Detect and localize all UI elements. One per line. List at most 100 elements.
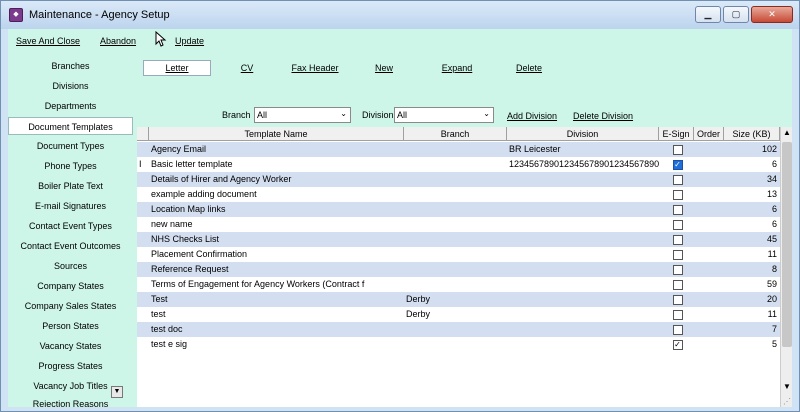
scroll-thumb[interactable] bbox=[782, 142, 792, 347]
esign-checkbox[interactable] bbox=[672, 249, 683, 260]
cell-division[interactable] bbox=[507, 202, 659, 217]
cell-branch[interactable] bbox=[404, 217, 507, 232]
branch-select[interactable]: All ⌄ bbox=[254, 107, 351, 123]
tab-fax-header[interactable]: Fax Header bbox=[285, 61, 345, 75]
table-row[interactable]: Placement Confirmation 11 bbox=[137, 247, 780, 262]
cell-division[interactable] bbox=[507, 307, 659, 322]
division-select[interactable]: All ⌄ bbox=[394, 107, 494, 123]
sidebar-item-contact-event-types[interactable]: Contact Event Types bbox=[8, 217, 133, 235]
expand-button[interactable]: Expand bbox=[435, 61, 479, 75]
sidebar-item-document-templates[interactable]: Document Templates bbox=[8, 117, 133, 135]
cell-division[interactable]: BR Leicester bbox=[507, 142, 659, 157]
add-division-button[interactable]: Add Division bbox=[507, 111, 557, 121]
cell-template-name[interactable]: Details of Hirer and Agency Worker bbox=[149, 172, 404, 187]
row-selector[interactable] bbox=[137, 277, 149, 292]
cell-branch[interactable] bbox=[404, 277, 507, 292]
cell-template-name[interactable]: new name bbox=[149, 217, 404, 232]
table-row[interactable]: NHS Checks List 45 bbox=[137, 232, 780, 247]
row-selector[interactable]: I bbox=[137, 157, 149, 172]
sidebar-item-vacancy-states[interactable]: Vacancy States bbox=[8, 337, 133, 355]
esign-checkbox[interactable] bbox=[672, 219, 683, 230]
column-size[interactable]: Size (KB) bbox=[724, 127, 780, 141]
cell-division[interactable] bbox=[507, 247, 659, 262]
cell-branch[interactable] bbox=[404, 322, 507, 337]
cell-division[interactable] bbox=[507, 337, 659, 352]
esign-checkbox[interactable]: ✓ bbox=[672, 339, 683, 350]
cell-division[interactable] bbox=[507, 187, 659, 202]
table-row[interactable]: Terms of Engagement for Agency Workers (… bbox=[137, 277, 780, 292]
sidebar-scroll-down-icon[interactable]: ▼ bbox=[111, 386, 123, 398]
cell-template-name[interactable]: test e sig bbox=[149, 337, 404, 352]
cell-branch[interactable] bbox=[404, 337, 507, 352]
sidebar-item-email-signatures[interactable]: E-mail Signatures bbox=[8, 197, 133, 215]
esign-checkbox[interactable] bbox=[672, 144, 683, 155]
cell-branch[interactable] bbox=[404, 157, 507, 172]
cell-template-name[interactable]: Placement Confirmation bbox=[149, 247, 404, 262]
cell-branch[interactable] bbox=[404, 247, 507, 262]
save-and-close-button[interactable]: Save And Close bbox=[16, 36, 80, 46]
cell-order[interactable] bbox=[694, 232, 724, 247]
tab-letter[interactable]: Letter bbox=[143, 60, 211, 76]
cell-order[interactable] bbox=[694, 337, 724, 352]
column-order[interactable]: Order bbox=[694, 127, 724, 141]
cell-branch[interactable] bbox=[404, 232, 507, 247]
cell-order[interactable] bbox=[694, 322, 724, 337]
row-selector[interactable] bbox=[137, 307, 149, 322]
cell-division[interactable] bbox=[507, 232, 659, 247]
sidebar-item-company-sales-states[interactable]: Company Sales States bbox=[8, 297, 133, 315]
cell-template-name[interactable]: NHS Checks List bbox=[149, 232, 404, 247]
esign-checkbox[interactable] bbox=[672, 279, 683, 290]
sidebar-item-contact-event-outcomes[interactable]: Contact Event Outcomes bbox=[8, 237, 133, 255]
esign-checkbox[interactable] bbox=[672, 309, 683, 320]
scroll-down-icon[interactable]: ▼ bbox=[781, 381, 793, 393]
delete-button[interactable]: Delete bbox=[509, 61, 549, 75]
sidebar-item-boiler-plate-text[interactable]: Boiler Plate Text bbox=[8, 177, 133, 195]
row-selector[interactable] bbox=[137, 187, 149, 202]
sidebar-item-departments[interactable]: Departments bbox=[8, 97, 133, 115]
cell-template-name[interactable]: Basic letter template bbox=[149, 157, 404, 172]
cell-template-name[interactable]: Terms of Engagement for Agency Workers (… bbox=[149, 277, 404, 292]
cell-template-name[interactable]: Agency Email bbox=[149, 142, 404, 157]
sidebar-item-sources[interactable]: Sources bbox=[8, 257, 133, 275]
table-row[interactable]: Reference Request 8 bbox=[137, 262, 780, 277]
delete-division-button[interactable]: Delete Division bbox=[573, 111, 633, 121]
table-row[interactable]: example adding document 13 bbox=[137, 187, 780, 202]
new-button[interactable]: New bbox=[369, 61, 399, 75]
cell-order[interactable] bbox=[694, 292, 724, 307]
table-row[interactable]: Test Derby 20 bbox=[137, 292, 780, 307]
cell-branch[interactable]: Derby bbox=[404, 292, 507, 307]
cell-branch[interactable] bbox=[404, 202, 507, 217]
sidebar-item-person-states[interactable]: Person States bbox=[8, 317, 133, 335]
close-button[interactable]: ✕ bbox=[751, 6, 793, 23]
cell-template-name[interactable]: Reference Request bbox=[149, 262, 404, 277]
cell-order[interactable] bbox=[694, 202, 724, 217]
cell-template-name[interactable]: test bbox=[149, 307, 404, 322]
update-button[interactable]: Update bbox=[175, 36, 204, 46]
esign-checkbox[interactable] bbox=[672, 234, 683, 245]
maximize-button[interactable]: ▢ bbox=[723, 6, 749, 23]
esign-checkbox[interactable] bbox=[672, 204, 683, 215]
tab-cv[interactable]: CV bbox=[232, 61, 262, 75]
table-row[interactable]: new name 6 bbox=[137, 217, 780, 232]
column-branch[interactable]: Branch bbox=[404, 127, 507, 141]
scroll-up-icon[interactable]: ▲ bbox=[781, 127, 793, 139]
table-row[interactable]: test Derby 11 bbox=[137, 307, 780, 322]
sidebar-item-phone-types[interactable]: Phone Types bbox=[8, 157, 133, 175]
cell-order[interactable] bbox=[694, 142, 724, 157]
cell-branch[interactable]: Derby bbox=[404, 307, 507, 322]
cell-division[interactable] bbox=[507, 277, 659, 292]
abandon-button[interactable]: Abandon bbox=[100, 36, 136, 46]
table-row[interactable]: test doc 7 bbox=[137, 322, 780, 337]
cell-order[interactable] bbox=[694, 157, 724, 172]
cell-branch[interactable] bbox=[404, 172, 507, 187]
cell-division[interactable] bbox=[507, 322, 659, 337]
cell-division[interactable] bbox=[507, 217, 659, 232]
cell-order[interactable] bbox=[694, 172, 724, 187]
esign-checkbox[interactable] bbox=[672, 264, 683, 275]
row-selector[interactable] bbox=[137, 202, 149, 217]
cell-order[interactable] bbox=[694, 262, 724, 277]
minimize-button[interactable]: ▁ bbox=[695, 6, 721, 23]
sidebar-item-branches[interactable]: Branches bbox=[8, 57, 133, 75]
cell-template-name[interactable]: test doc bbox=[149, 322, 404, 337]
cell-branch[interactable] bbox=[404, 262, 507, 277]
